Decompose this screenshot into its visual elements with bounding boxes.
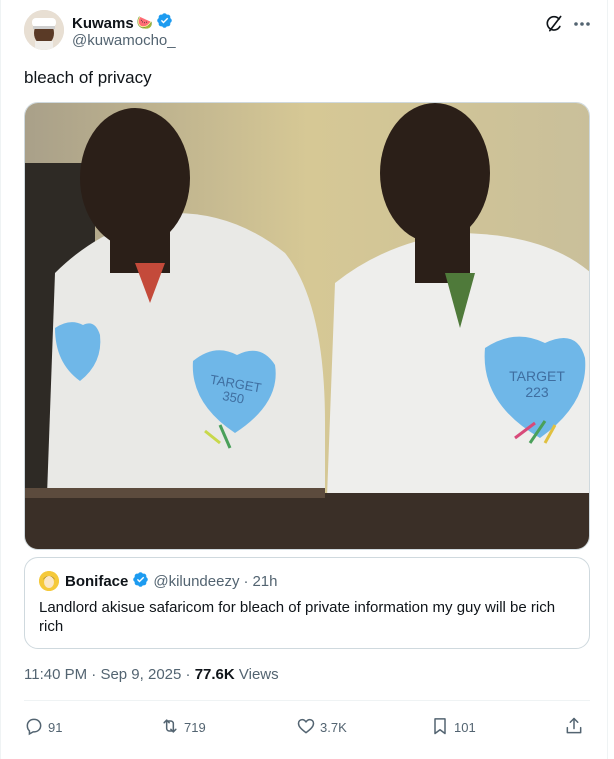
quote-verified-badge-icon[interactable]	[132, 571, 149, 592]
like-button[interactable]: 3.7K	[296, 716, 347, 738]
bookmark-count: 101	[454, 719, 476, 735]
post-photo[interactable]: TARGET350 TARGET 223	[24, 102, 590, 550]
like-count: 3.7K	[320, 719, 347, 735]
quote-display-name[interactable]: Boniface	[65, 573, 128, 590]
bookmark-icon	[430, 716, 450, 739]
grok-icon[interactable]	[544, 14, 564, 34]
more-icon[interactable]	[572, 14, 594, 34]
quote-age[interactable]: 21h	[252, 573, 277, 590]
quote-name-row: Boniface @kilundeezy · 21h	[65, 571, 278, 592]
author-display-name[interactable]: Kuwams	[72, 15, 134, 32]
post-header: Kuwams 🍉 @kuwamocho_	[24, 10, 590, 54]
reply-icon	[24, 716, 44, 739]
author-name-row[interactable]: Kuwams 🍉	[72, 12, 173, 34]
quote-handle[interactable]: @kilundeezy	[153, 573, 239, 590]
repost-icon	[160, 716, 180, 739]
post-text: bleach of privacy	[24, 68, 152, 87]
author-avatar[interactable]	[24, 10, 64, 50]
author-handle[interactable]: @kuwamocho_	[72, 32, 176, 49]
verified-badge-icon[interactable]	[156, 12, 173, 34]
repost-button[interactable]: 719	[160, 716, 206, 738]
views-label: Views	[238, 666, 279, 683]
post-timestamp-row: 11:40 PM · Sep 9, 2025 · 77.6K Views	[24, 666, 279, 683]
right-border	[607, 0, 608, 759]
timestamp-separator-2: ·	[185, 666, 191, 683]
left-border	[0, 0, 1, 759]
quote-author-avatar[interactable]	[39, 571, 59, 591]
post-time[interactable]: 11:40 PM	[24, 666, 87, 683]
heart-icon	[296, 716, 316, 739]
action-bar: 91 719 3.7K 101	[24, 716, 590, 740]
quoted-post[interactable]: Boniface @kilundeezy · 21h Landlord akis…	[24, 557, 590, 649]
quote-separator: ·	[243, 573, 249, 590]
divider	[24, 700, 590, 701]
post-date[interactable]: Sep 9, 2025	[100, 666, 181, 683]
bookmark-button[interactable]: 101	[430, 716, 476, 738]
share-button[interactable]	[564, 716, 584, 738]
views-count: 77.6K	[194, 666, 235, 683]
reply-count: 91	[48, 719, 63, 735]
name-emoji: 🍉	[136, 15, 153, 30]
quote-text: Landlord akisue safaricom for bleach of …	[39, 599, 556, 635]
timestamp-separator-1: ·	[91, 666, 97, 683]
repost-count: 719	[184, 719, 206, 735]
reply-button[interactable]: 91	[24, 716, 62, 738]
share-icon	[564, 716, 584, 739]
